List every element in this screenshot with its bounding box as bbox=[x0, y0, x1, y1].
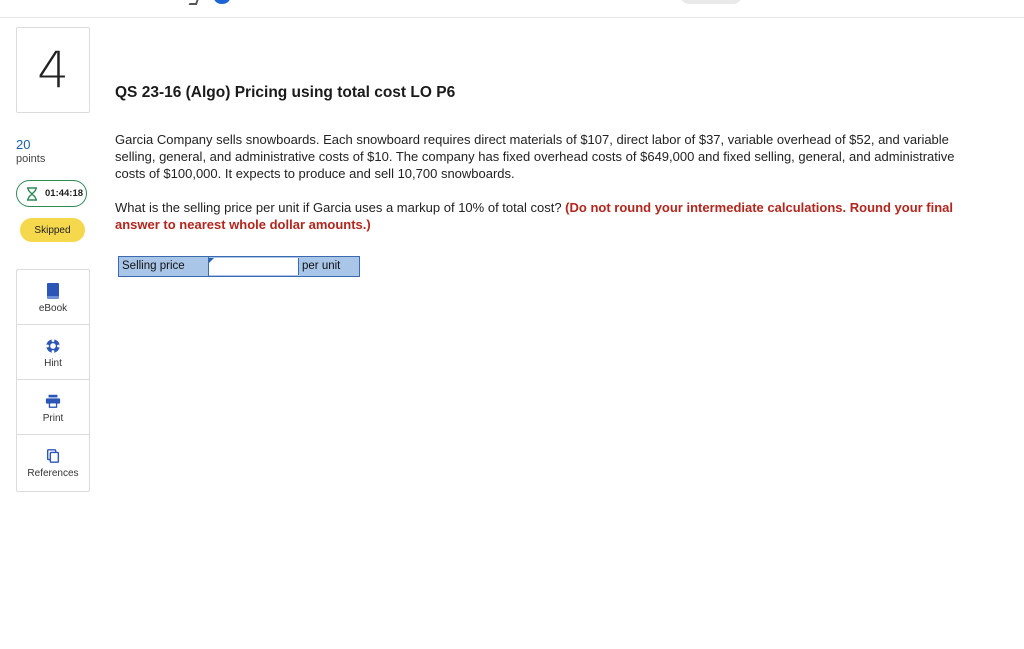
points-value: 20 bbox=[16, 137, 31, 152]
answer-table: Selling price per unit bbox=[118, 256, 360, 277]
timer-value: 01:44:18 bbox=[45, 188, 84, 199]
hourglass-icon bbox=[27, 186, 37, 201]
question-title: QS 23-16 (Algo) Pricing using total cost… bbox=[115, 84, 456, 101]
answer-unit: per unit bbox=[302, 260, 341, 272]
top-navigation-bar bbox=[0, 0, 1024, 18]
answer-input-cell[interactable] bbox=[209, 258, 299, 277]
print-label: Print bbox=[42, 413, 64, 424]
question-prompt: What is the selling price per unit if Ga… bbox=[115, 199, 955, 233]
hint-button[interactable]: Hint bbox=[17, 325, 89, 380]
print-button[interactable]: Print bbox=[17, 380, 89, 435]
references-button[interactable]: References bbox=[17, 435, 89, 491]
copy-icon bbox=[46, 449, 60, 463]
question-number: 4 bbox=[37, 41, 69, 99]
problem-text: Garcia Company sells snowboards. Each sn… bbox=[115, 132, 955, 181]
question-number-box: 4 bbox=[16, 27, 90, 113]
input-flag-icon bbox=[209, 258, 214, 263]
answer-label: Selling price bbox=[119, 257, 209, 276]
top-bar-button[interactable] bbox=[680, 0, 742, 4]
timer-badge: 01:44:18 bbox=[16, 180, 87, 207]
printer-icon bbox=[45, 394, 61, 408]
hint-label: Hint bbox=[44, 358, 62, 369]
status-dot-icon[interactable] bbox=[214, 0, 230, 4]
lifebuoy-icon bbox=[46, 339, 60, 353]
references-label: References bbox=[27, 468, 79, 479]
ebook-label: eBook bbox=[38, 303, 68, 314]
prompt-text: What is the selling price per unit if Ga… bbox=[115, 200, 562, 215]
points-label: points bbox=[16, 153, 46, 165]
check-icon bbox=[188, 0, 200, 5]
selling-price-input[interactable] bbox=[209, 259, 298, 277]
book-icon bbox=[47, 283, 59, 299]
ebook-button[interactable]: eBook bbox=[17, 270, 89, 325]
tools-panel: eBook Hint Print References bbox=[16, 269, 90, 492]
status-badge: Skipped bbox=[20, 218, 85, 242]
